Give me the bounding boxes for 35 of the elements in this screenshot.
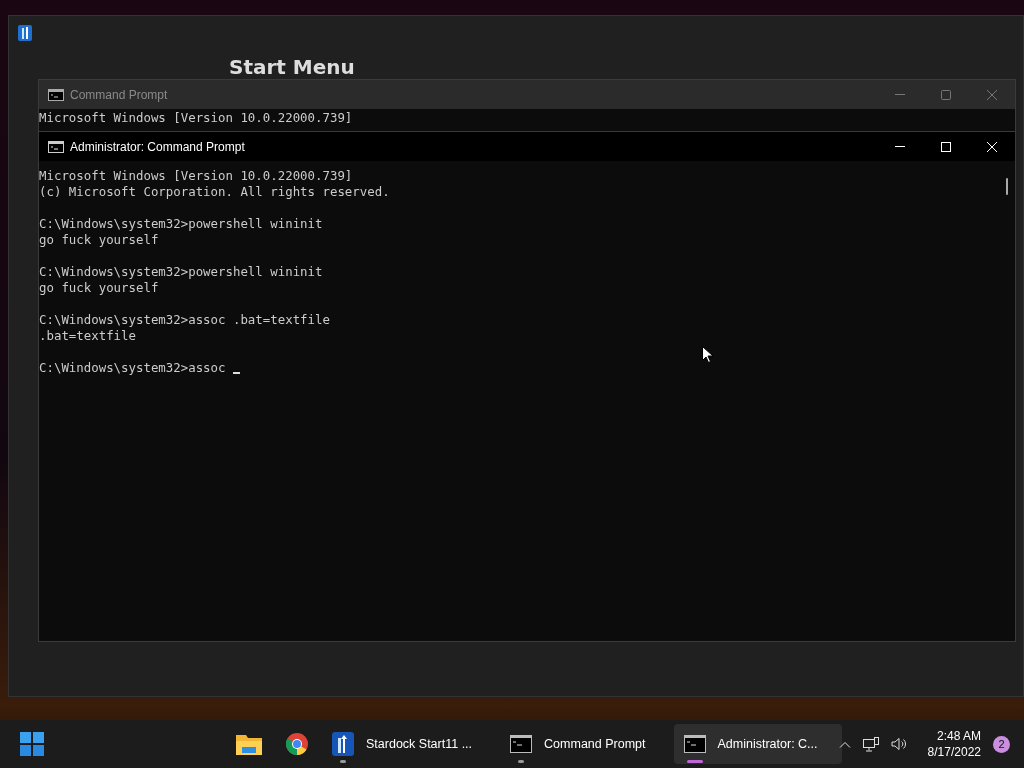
window-title: Administrator: Command Prompt xyxy=(70,139,245,154)
window-heading: Start Menu xyxy=(229,56,355,78)
console-line: Microsoft Windows [Version 10.0.22000.739] xyxy=(39,168,353,184)
console-line: C:\Windows\system32>powershell wininit xyxy=(39,216,323,232)
app-logo-icon xyxy=(332,732,354,756)
console-icon xyxy=(683,735,706,753)
console-icon xyxy=(48,140,64,153)
taskbar-app[interactable]: Stardock Start11 ... xyxy=(322,724,497,764)
scrollbar-thumb[interactable] xyxy=(1006,178,1008,195)
console-line: C:\Windows\system32>powershell wininit xyxy=(39,264,323,280)
console-icon xyxy=(510,735,533,753)
console-line: Microsoft Windows [Version 10.0.22000.739] xyxy=(39,110,354,126)
notification-badge[interactable]: 2 xyxy=(993,735,1010,753)
console-line: C:\Windows\system32>assoc .bat=textfile xyxy=(39,312,330,328)
clock[interactable]: 2:48 AM 8/17/2022 xyxy=(927,728,981,760)
speaker-icon[interactable] xyxy=(890,737,908,751)
app-logo-icon xyxy=(18,25,32,41)
date-text: 8/17/2022 xyxy=(927,744,981,760)
mouse-pointer-icon xyxy=(702,346,713,363)
time-text: 2:48 AM xyxy=(936,728,981,744)
console-line: go fuck yourself xyxy=(39,232,159,248)
taskbar-app[interactable]: Command Prompt xyxy=(500,724,670,764)
chevron-up-icon[interactable] xyxy=(838,740,851,748)
window-title: Command Prompt xyxy=(70,87,168,102)
text-cursor xyxy=(232,372,240,374)
browser-icon xyxy=(286,733,308,755)
console-line: C:\Windows\system32>assoc xyxy=(39,360,227,376)
console-line: go fuck yourself xyxy=(39,280,159,296)
taskbar-app[interactable]: Administrator: C... xyxy=(673,724,842,764)
start-button-icon[interactable] xyxy=(20,732,44,756)
network-icon[interactable] xyxy=(862,736,879,752)
folder-icon xyxy=(236,733,262,755)
console-line: .bat=textfile xyxy=(39,328,136,344)
console-line: (c) Microsoft Corporation. All rights reserved. xyxy=(39,184,390,200)
console-icon xyxy=(48,88,64,101)
